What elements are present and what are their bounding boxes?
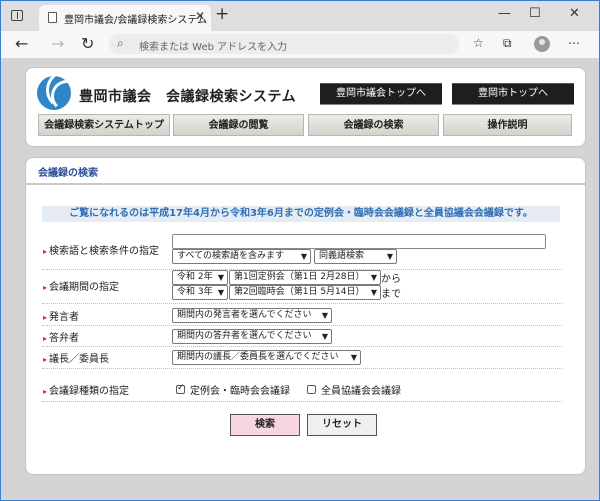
to-year-value: 令和 3年 xyxy=(177,287,213,297)
bullet-icon: ▸ xyxy=(43,355,48,364)
panel-title: 会議録の検索 xyxy=(38,168,98,179)
chevron-down-icon: ▼ xyxy=(370,288,377,297)
from-session-value: 第1回定例会（第1日 2月28日） xyxy=(234,272,365,282)
bullet-icon: ▸ xyxy=(43,334,48,343)
maximize-icon[interactable]: ☐ xyxy=(529,6,541,21)
chevron-down-icon: ▼ xyxy=(370,273,377,282)
city-logo-icon xyxy=(37,76,71,110)
search-panel: 会議録の検索 ご覧になれるのは平成17年4月から令和3年6月までの定例会・臨時会… xyxy=(25,157,586,475)
keyword-mode-value: 同義語検索 xyxy=(319,251,365,261)
chevron-down-icon: ▼ xyxy=(321,311,328,320)
kind-label: ▸ 会議録種類の指定 xyxy=(43,382,129,397)
address-placeholder: 検索または Web アドレスを入力 xyxy=(139,42,288,53)
new-tab-icon[interactable]: + xyxy=(215,4,229,24)
tab-title: 豊岡市議会/会議録検索システム xyxy=(64,15,208,26)
respondent-label-text: 答弁者 xyxy=(49,333,80,344)
tab-actions-icon[interactable] xyxy=(11,10,23,21)
council-top-link[interactable]: 豊岡市議会トップへ xyxy=(320,83,442,104)
period-to-session-select[interactable]: 第2回臨時会（第1日 5月14日） ▼ xyxy=(229,285,381,300)
period-from-session-select[interactable]: 第1回定例会（第1日 2月28日） ▼ xyxy=(229,270,381,285)
period-from-year-select[interactable]: 令和 2年 ▼ xyxy=(172,270,228,285)
bullet-icon: ▸ xyxy=(43,387,48,396)
page-content: 豊岡市議会 会議録検索システム 豊岡市議会トップへ 豊岡市トップへ 会議録検索シ… xyxy=(1,59,599,500)
from-suffix: から xyxy=(381,274,401,285)
collections-icon[interactable]: ⧉ xyxy=(503,36,512,51)
chevron-down-icon: ▼ xyxy=(217,288,224,297)
divider xyxy=(42,368,562,369)
reset-button[interactable]: リセット xyxy=(307,414,377,436)
address-toolbar: ← → ↻ ⌕ 検索または Web アドレスを入力 ☆ ⧉ ⋯ xyxy=(1,31,599,59)
browser-tab[interactable]: 豊岡市議会/会議録検索システム ✕ xyxy=(39,5,211,31)
keyword-label-text: 検索語と検索条件の指定 xyxy=(49,246,160,257)
page-icon xyxy=(48,12,57,23)
keyword-condition-value: すべての検索語を含みます xyxy=(177,251,285,261)
refresh-icon[interactable]: ↻ xyxy=(81,34,94,53)
site-title: 豊岡市議会 会議録検索システム xyxy=(79,89,297,105)
browser-window: 豊岡市議会/会議録検索システム ✕ + — ☐ ✕ ← → ↻ ⌕ 検索または … xyxy=(0,0,600,501)
keyword-input[interactable] xyxy=(172,234,546,249)
period-label-text: 会議期間の指定 xyxy=(49,282,120,293)
divider xyxy=(42,346,562,347)
back-icon[interactable]: ← xyxy=(15,34,28,53)
period-to-year-select[interactable]: 令和 3年 ▼ xyxy=(172,285,228,300)
chevron-down-icon: ▼ xyxy=(321,332,328,341)
respondent-label: ▸ 答弁者 xyxy=(43,329,79,344)
notice-text: ご覧になれるのは平成17年4月から令和3年6月までの定例会・臨時会会議録と全員協… xyxy=(42,206,560,222)
chair-select[interactable]: 期間内の議長／委員長を選んでください ▼ xyxy=(172,350,361,365)
kind-regular-checkbox[interactable] xyxy=(176,383,185,394)
chevron-down-icon: ▼ xyxy=(350,353,357,362)
search-icon: ⌕ xyxy=(117,36,124,50)
speaker-select[interactable]: 期間内の発言者を選んでください ▼ xyxy=(172,308,332,323)
menu-item-help[interactable]: 操作説明 xyxy=(443,114,572,136)
more-icon[interactable]: ⋯ xyxy=(568,36,580,50)
chevron-down-icon: ▼ xyxy=(386,252,393,261)
site-header: 豊岡市議会 会議録検索システム 豊岡市議会トップへ 豊岡市トップへ 会議録検索シ… xyxy=(25,67,586,147)
respondent-value: 期間内の答弁者を選んでください xyxy=(177,331,312,341)
to-suffix: まで xyxy=(381,289,401,300)
tab-bar: 豊岡市議会/会議録検索システム ✕ + — ☐ ✕ xyxy=(1,1,599,31)
menu-item-search-top[interactable]: 会議録検索システムトップ xyxy=(38,114,170,136)
bullet-icon: ▸ xyxy=(43,313,48,322)
divider xyxy=(42,325,562,326)
minimize-icon[interactable]: — xyxy=(498,6,511,21)
from-year-value: 令和 2年 xyxy=(177,272,213,282)
keyword-mode-select[interactable]: 同義語検索 ▼ xyxy=(314,249,397,264)
chevron-down-icon: ▼ xyxy=(217,273,224,282)
bullet-icon: ▸ xyxy=(43,247,48,256)
forward-icon[interactable]: → xyxy=(51,34,64,53)
menu-item-browse[interactable]: 会議録の閲覧 xyxy=(173,114,304,136)
kind-plenary-label[interactable]: 全員協議会会議録 xyxy=(321,382,401,397)
search-button[interactable]: 検索 xyxy=(230,414,300,436)
kind-plenary-checkbox[interactable] xyxy=(307,385,316,394)
profile-icon[interactable] xyxy=(534,36,550,52)
respondent-select[interactable]: 期間内の答弁者を選んでください ▼ xyxy=(172,329,332,344)
address-bar[interactable]: ⌕ 検索または Web アドレスを入力 xyxy=(109,34,459,54)
keyword-condition-select[interactable]: すべての検索語を含みます ▼ xyxy=(172,249,311,264)
close-icon[interactable]: ✕ xyxy=(195,9,205,23)
to-session-value: 第2回臨時会（第1日 5月14日） xyxy=(234,287,365,297)
divider xyxy=(26,183,585,185)
chair-value: 期間内の議長／委員長を選んでください xyxy=(177,352,339,362)
divider xyxy=(42,303,562,304)
chevron-down-icon: ▼ xyxy=(300,252,307,261)
city-top-link[interactable]: 豊岡市トップへ xyxy=(452,83,574,104)
kind-label-text: 会議録種類の指定 xyxy=(49,386,130,397)
menu-item-search[interactable]: 会議録の検索 xyxy=(308,114,439,136)
period-label: ▸ 会議期間の指定 xyxy=(43,278,119,293)
speaker-value: 期間内の発言者を選んでください xyxy=(177,310,312,320)
bullet-icon: ▸ xyxy=(43,283,48,292)
keyword-label: ▸ 検索語と検索条件の指定 xyxy=(43,242,159,257)
chair-label-text: 議長／委員長 xyxy=(49,354,110,365)
speaker-label-text: 発言者 xyxy=(49,312,80,323)
chair-label: ▸ 議長／委員長 xyxy=(43,350,109,365)
divider xyxy=(42,401,562,402)
favorites-icon[interactable]: ☆ xyxy=(473,36,484,50)
kind-regular-label[interactable]: 定例会・臨時会会議録 xyxy=(190,382,290,397)
window-close-icon[interactable]: ✕ xyxy=(569,6,580,21)
speaker-label: ▸ 発言者 xyxy=(43,308,79,323)
